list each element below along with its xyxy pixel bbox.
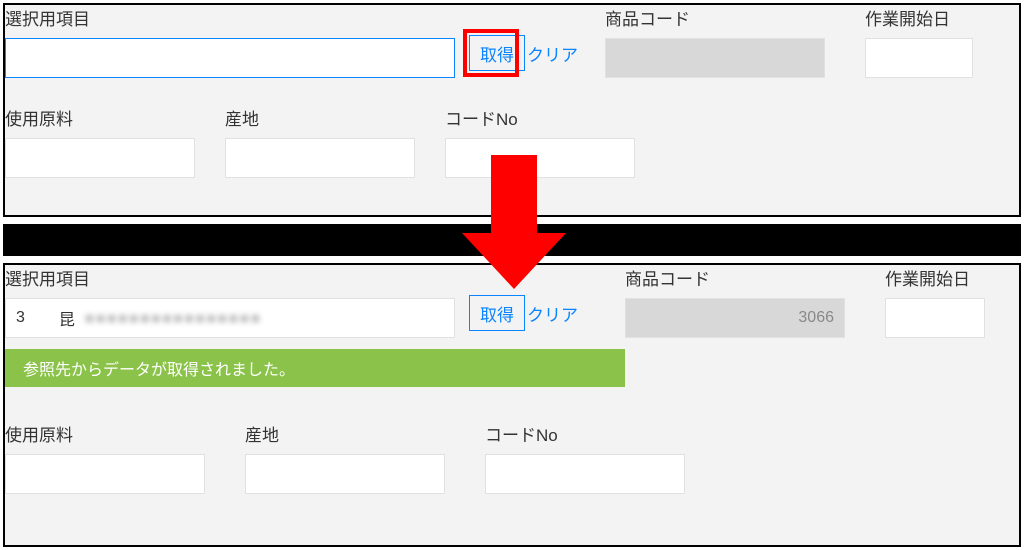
label-origin: 産地 [225, 105, 415, 130]
label-work-start-date: 作業開始日 [885, 265, 993, 290]
arrow-down-icon [462, 155, 566, 293]
label-code-no: コードNo [445, 105, 635, 130]
selection-prefix: 3 [16, 309, 25, 327]
work-start-date-field[interactable] [885, 298, 985, 338]
success-message: 参照先からデータが取得されました。 [5, 349, 625, 387]
raw-material-field[interactable] [5, 454, 205, 494]
fetch-button[interactable]: 取得 [469, 35, 525, 71]
label-raw-material: 使用原料 [5, 421, 205, 446]
product-code-field: 3066 [625, 298, 845, 338]
label-raw-material: 使用原料 [5, 105, 195, 130]
code-no-field[interactable] [485, 454, 685, 494]
label-work-start-date: 作業開始日 [865, 5, 985, 30]
clear-button[interactable]: クリア [527, 295, 578, 331]
form-after: 選択用項目 3 昆 ■■■■■■■■■■■■■■■■ 取得 クリア 商品コード … [3, 263, 1021, 547]
raw-material-field[interactable] [5, 138, 195, 178]
selection-visible: 昆 [59, 306, 75, 330]
work-start-date-field[interactable] [865, 38, 973, 78]
clear-button[interactable]: クリア [527, 35, 578, 71]
selection-item-input[interactable] [5, 38, 455, 78]
label-selection-item: 選択用項目 [5, 265, 455, 290]
selection-blurred: ■■■■■■■■■■■■■■■■ [85, 310, 262, 327]
label-origin: 産地 [245, 421, 445, 446]
label-code-no: コードNo [485, 421, 685, 446]
label-product-code: 商品コード [625, 265, 845, 290]
product-code-field [605, 38, 825, 78]
label-selection-item: 選択用項目 [5, 5, 455, 30]
label-product-code: 商品コード [605, 5, 825, 30]
origin-field[interactable] [225, 138, 415, 178]
fetch-button[interactable]: 取得 [469, 295, 525, 331]
selection-item-input[interactable]: 3 昆 ■■■■■■■■■■■■■■■■ [5, 298, 455, 338]
origin-field[interactable] [245, 454, 445, 494]
